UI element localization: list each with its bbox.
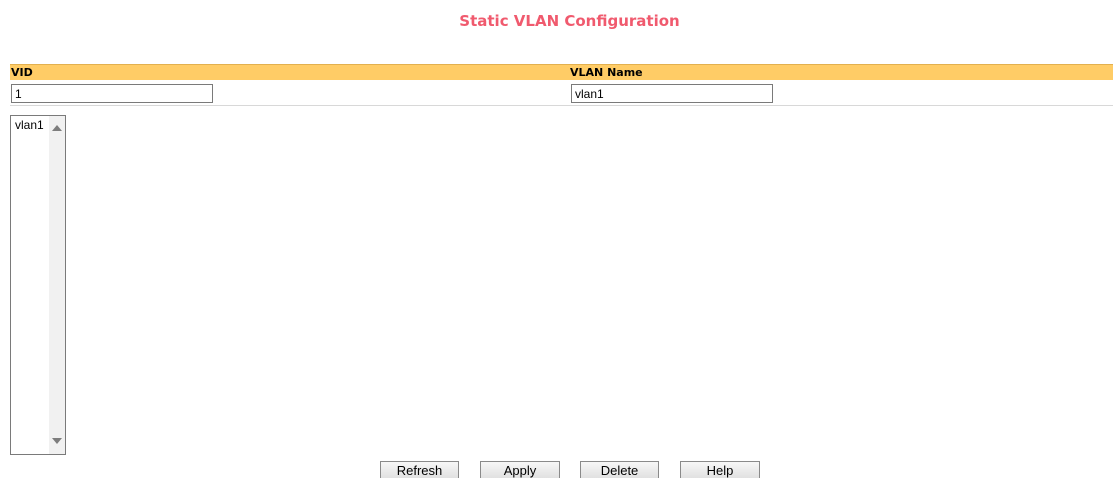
vlan-list-item[interactable]: vlan1	[15, 118, 44, 132]
refresh-button[interactable]: Refresh	[380, 461, 459, 478]
vlan-list-scrollbar[interactable]	[49, 116, 65, 454]
vid-column-header: VID	[11, 66, 33, 79]
delete-button[interactable]: Delete	[580, 461, 659, 478]
vid-input[interactable]	[11, 84, 213, 103]
table-header-row: VID VLAN Name	[10, 64, 1113, 80]
vlan-listbox[interactable]: vlan1	[10, 115, 66, 455]
apply-button[interactable]: Apply	[480, 461, 560, 478]
help-button[interactable]: Help	[680, 461, 760, 478]
triangle-up-icon[interactable]	[52, 125, 62, 131]
page-title: Static VLAN Configuration	[459, 12, 680, 30]
vlan-name-input[interactable]	[571, 84, 773, 103]
row-divider	[10, 105, 1113, 106]
vlan-name-column-header: VLAN Name	[570, 66, 643, 79]
triangle-down-icon[interactable]	[52, 438, 62, 444]
